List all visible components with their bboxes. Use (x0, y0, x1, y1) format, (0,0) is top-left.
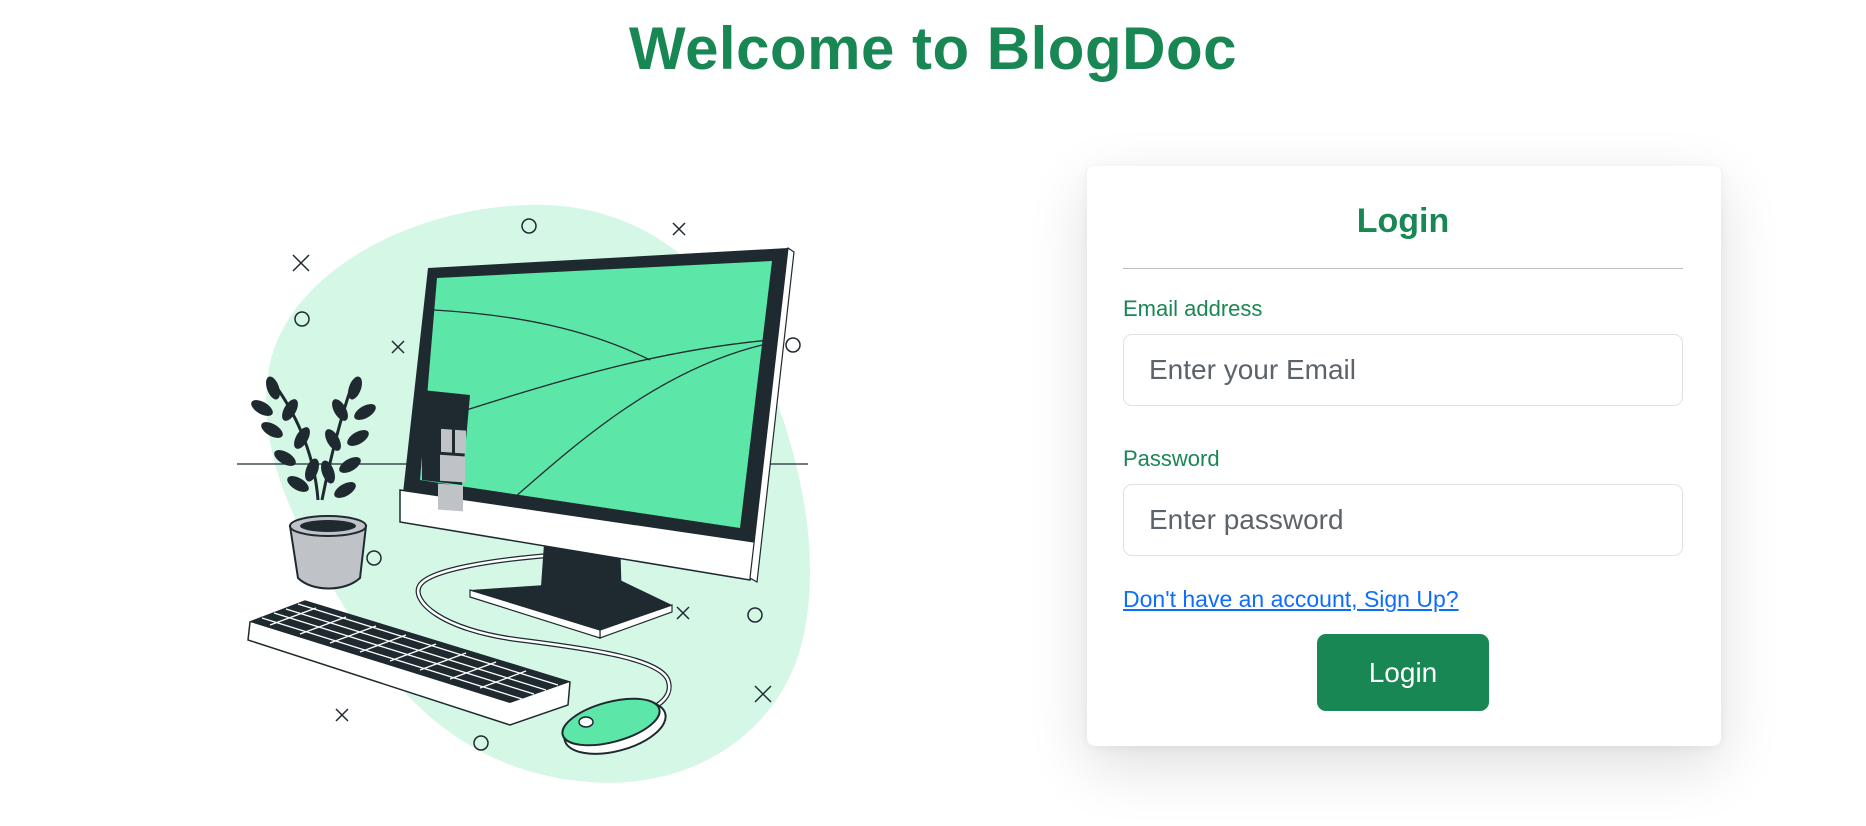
email-label: Email address (1123, 296, 1263, 321)
email-field[interactable] (1123, 334, 1683, 406)
login-card: Login Email address Password Don't have … (1087, 166, 1721, 746)
desktop-computer-illustration (235, 200, 835, 790)
signup-link[interactable]: Don't have an account, Sign Up? (1123, 586, 1459, 613)
page-title: Welcome to BlogDoc (629, 15, 1237, 82)
password-label: Password (1123, 446, 1220, 471)
login-title: Login (1356, 202, 1450, 240)
login-button[interactable]: Login (1317, 634, 1489, 711)
login-divider (1123, 268, 1683, 269)
password-field[interactable] (1123, 484, 1683, 556)
